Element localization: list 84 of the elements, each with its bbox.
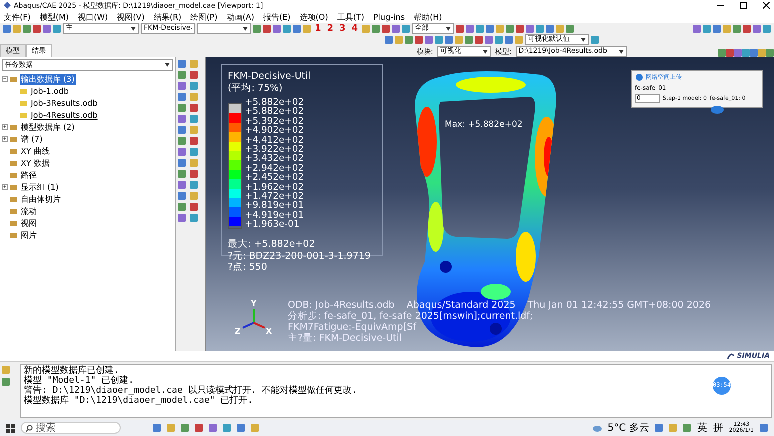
step-info: 主?量: FKM-Decisive-Util xyxy=(288,333,404,344)
tree-item[interactable]: 输出数据库 (3) xyxy=(20,74,76,84)
legend-value: +5.882e+02 xyxy=(245,107,304,117)
weather-label: 5°C 多云 xyxy=(608,422,650,435)
tree-item[interactable]: Job-3Results.odb xyxy=(30,98,99,108)
legend-value: +1.963e-01 xyxy=(245,220,301,230)
menu-item[interactable]: 绘图(P) xyxy=(190,12,218,22)
legend-value: +1.962e+02 xyxy=(245,182,304,192)
maximize-icon[interactable] xyxy=(740,2,747,9)
legend-subtitle: (平均: 75%) xyxy=(228,82,284,95)
collapse-toggle[interactable] xyxy=(2,76,8,82)
start-icon[interactable] xyxy=(6,424,15,432)
view-button[interactable]: 4 xyxy=(350,24,360,34)
tool-icon[interactable] xyxy=(591,36,599,44)
legend-value: +3.432e+02 xyxy=(245,154,304,164)
tree-item[interactable]: 模型数据库 (2) xyxy=(20,122,76,132)
menu-item[interactable]: 工具(T) xyxy=(337,12,364,22)
message-line: 新的模型数据库已创建. xyxy=(24,366,120,376)
legend-title: FKM-Decisive-Util xyxy=(228,71,312,82)
tree-item[interactable]: XY 数据 xyxy=(20,158,51,168)
folder-icon xyxy=(10,75,18,83)
menu-item[interactable]: 结果(R) xyxy=(154,12,182,22)
ime-indicator[interactable]: 拼 xyxy=(713,421,724,435)
caret-icon xyxy=(131,26,136,30)
legend-value: +1.472e+02 xyxy=(245,192,304,202)
legend-value: +3.922e+02 xyxy=(245,144,304,154)
legend-value: +4.902e+02 xyxy=(245,126,304,136)
legend-value: +4.412e+02 xyxy=(245,136,304,145)
tree-item[interactable]: XY 曲线 xyxy=(20,146,51,156)
caret-icon xyxy=(446,26,452,30)
close-icon[interactable] xyxy=(763,2,770,9)
caret-icon xyxy=(618,50,624,54)
tree-item[interactable]: 谱 (7) xyxy=(20,134,44,144)
menu-item[interactable]: 文件(F) xyxy=(4,12,31,22)
odb-name: ODB: Job-4Results.odb xyxy=(288,300,395,311)
tree-item[interactable]: 路径 xyxy=(20,170,38,180)
axis-triad-drawing: Y Z X xyxy=(234,297,274,337)
menu-item[interactable]: 视口(W) xyxy=(78,12,108,22)
combo-box[interactable] xyxy=(197,23,251,34)
menu-item[interactable]: 模型(M) xyxy=(40,12,69,22)
tree-item[interactable]: 视图 xyxy=(20,218,38,228)
date-label: Thu Jan 01 12:42:55 GMT+08:00 2026 xyxy=(528,300,712,311)
menu-item[interactable]: 帮助(H) xyxy=(414,12,442,22)
search-icon xyxy=(26,424,33,432)
menu-item[interactable]: 选项(O) xyxy=(300,12,328,22)
expand-toggle[interactable] xyxy=(2,124,8,130)
menu-item[interactable]: 视图(V) xyxy=(117,12,145,22)
marker-dot xyxy=(711,106,724,114)
language-indicator[interactable]: 英 xyxy=(697,421,708,435)
tree-item[interactable]: Job-1.odb xyxy=(30,86,70,96)
caret-icon xyxy=(243,26,248,30)
legend-info: ?点: 550 xyxy=(228,262,268,274)
view-button[interactable]: 2 xyxy=(325,24,336,34)
legend-info: ?元: BDZ23-200-001-3-1.9719 xyxy=(228,250,372,262)
tree-item[interactable]: 显示组 (1) xyxy=(20,182,60,192)
logo-icon xyxy=(727,352,736,360)
message-line: 警告: D:\1219\diaoer_model.cae 以只读模式打开. 不能对模型做任何更改. xyxy=(24,386,358,396)
app-icon xyxy=(4,2,11,9)
view-button[interactable]: 3 xyxy=(338,24,348,34)
step-info: FKM7Fatigue:-EquivAmp[Sf xyxy=(288,322,418,333)
legend-value: +5.392e+02 xyxy=(245,116,304,126)
message-line: 模型数据库 "D:\1219\diaoer_model.cae" 已打开. xyxy=(24,396,254,406)
legend-value: +2.942e+02 xyxy=(245,164,304,174)
search-field[interactable]: 搜索 xyxy=(21,422,121,434)
legend-info: 最大: +5.882e+02 xyxy=(228,239,316,251)
legend-value: +2.452e+02 xyxy=(245,173,304,183)
legend-value: +5.882e+02 xyxy=(245,98,304,108)
caret-icon xyxy=(165,63,170,67)
tree-item[interactable]: 自由体切片 xyxy=(20,194,62,204)
menu-item[interactable]: Plug-ins xyxy=(373,12,406,22)
caret-icon xyxy=(581,38,586,42)
expand-toggle[interactable] xyxy=(2,184,8,190)
message-line: 模型 "Model-1" 已创建. xyxy=(24,376,134,386)
tree-item[interactable]: 图片 xyxy=(20,230,38,240)
tree-item[interactable]: Job-4Results.odb xyxy=(30,110,99,120)
max-label: Max: +5.882e+02 xyxy=(445,120,523,130)
menu-item[interactable]: 报告(E) xyxy=(263,12,291,22)
legend-value: +4.919e+01 xyxy=(245,210,304,220)
view-button[interactable]: 1 xyxy=(313,24,324,34)
caret-icon xyxy=(483,50,488,54)
legend-value: +9.819e+01 xyxy=(245,201,304,211)
menu-item[interactable]: 动画(A) xyxy=(226,12,254,22)
expand-toggle[interactable] xyxy=(2,136,8,142)
tree-item[interactable]: 流动 xyxy=(20,206,38,216)
